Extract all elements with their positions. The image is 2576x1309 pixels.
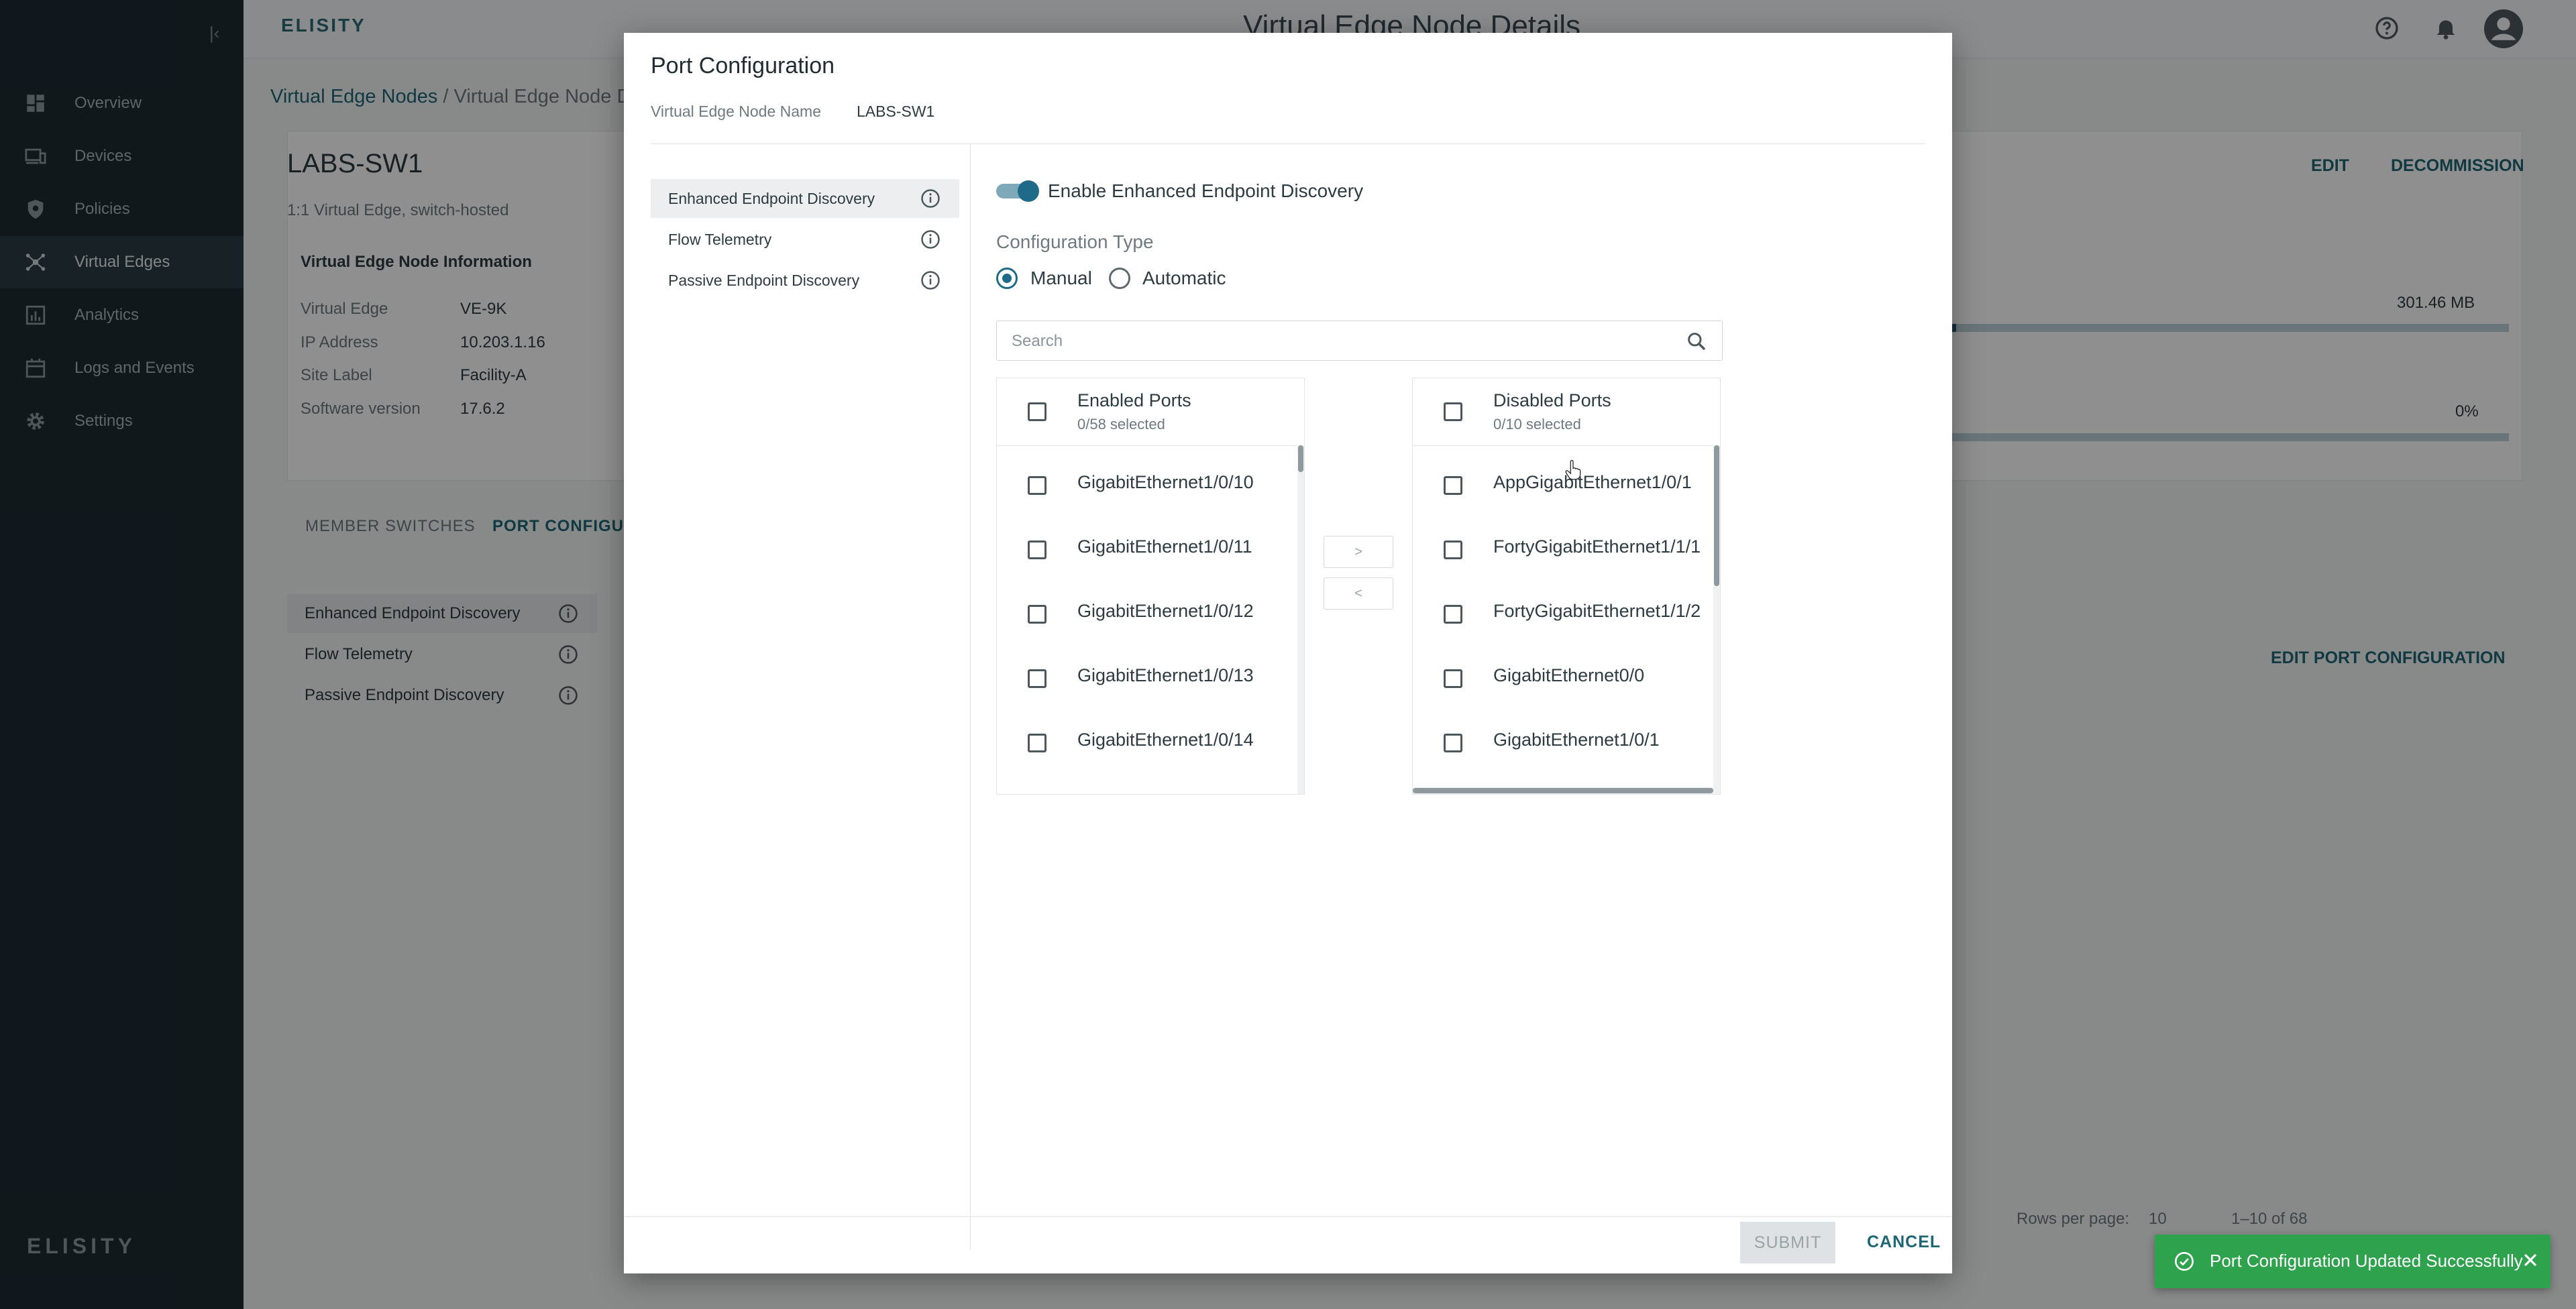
toggle-knob (1018, 180, 1039, 202)
radio-manual-label[interactable]: Manual (1030, 268, 1092, 289)
dialog-title: Port Configuration (651, 53, 835, 78)
search-input[interactable] (1010, 329, 1670, 353)
list-item[interactable]: GigabitEthernet0/0 (1413, 646, 1708, 711)
hand-cursor-icon (1565, 460, 1581, 480)
success-toast: Port Configuration Updated Successfully (2155, 1235, 2551, 1288)
port-name: GigabitEthernet1/0/11 (1077, 536, 1252, 557)
scrollbar-thumb[interactable] (1714, 445, 1719, 586)
port-name: FortyGigabitEthernet1/1/2 (1493, 601, 1701, 621)
cancel-button[interactable]: CANCEL (1867, 1233, 1941, 1252)
close-icon[interactable] (2520, 1249, 2541, 1271)
divider (970, 144, 971, 1249)
node-name-label: Virtual Edge Node Name (651, 103, 821, 120)
disabled-ports-title: Disabled Ports (1493, 390, 1611, 410)
search-icon[interactable] (1686, 331, 1707, 352)
port-name: FortyGigabitEthernet1/1/1 (1493, 536, 1701, 557)
check-circle-icon (2175, 1252, 2194, 1271)
port-name: GigabitEthernet0/0 (1493, 665, 1645, 685)
port-checkbox[interactable] (1028, 669, 1046, 688)
configuration-type-label: Configuration Type (996, 231, 1154, 252)
move-right-button[interactable]: > (1324, 536, 1393, 568)
move-left-button[interactable]: < (1324, 577, 1393, 610)
port-checkbox[interactable] (1444, 669, 1462, 688)
info-icon[interactable] (920, 229, 941, 249)
disabled-ports-list: Disabled Ports 0/10 selected AppGigabitE… (1412, 378, 1721, 795)
select-all-enabled-checkbox[interactable] (1028, 402, 1046, 421)
port-name: GigabitEthernet1/0/14 (1077, 730, 1254, 750)
toast-message: Port Configuration Updated Successfully (2210, 1251, 2523, 1271)
port-checkbox[interactable] (1028, 476, 1046, 495)
list-item[interactable]: GigabitEthernet1/0/11 (997, 518, 1292, 582)
port-checkbox[interactable] (1028, 540, 1046, 559)
enabled-ports-title: Enabled Ports (1077, 390, 1191, 410)
port-configuration-dialog: Port Configuration Virtual Edge Node Nam… (624, 33, 1952, 1273)
radio-automatic-label[interactable]: Automatic (1142, 268, 1226, 289)
horizontal-scrollbar[interactable] (1413, 787, 1720, 794)
scrollbar[interactable] (1713, 445, 1720, 794)
enabled-ports-header: Enabled Ports 0/58 selected (997, 378, 1304, 446)
port-name: GigabitEthernet1/0/10 (1077, 472, 1254, 492)
port-checkbox[interactable] (1444, 605, 1462, 624)
side-item-label: Passive Endpoint Discovery (668, 271, 860, 289)
enabled-ports-count: 0/58 selected (1077, 416, 1165, 433)
port-checkbox[interactable] (1028, 734, 1046, 752)
port-name: GigabitEthernet1/0/1 (1493, 730, 1660, 750)
list-item[interactable]: AppGigabitEthernet1/0/1 (1413, 453, 1708, 518)
list-item[interactable]: GigabitEthernet1/0/12 (997, 582, 1292, 646)
list-item[interactable]: GigabitEthernet1/0/1 (1413, 711, 1708, 775)
side-item-label: Flow Telemetry (668, 230, 772, 248)
info-icon[interactable] (920, 188, 941, 209)
scrollbar-thumb[interactable] (1298, 445, 1303, 472)
list-item[interactable]: FortyGigabitEthernet1/1/2 (1413, 582, 1708, 646)
info-icon[interactable] (920, 270, 941, 290)
port-checkbox[interactable] (1444, 540, 1462, 559)
scrollbar-thumb[interactable] (1413, 788, 1713, 793)
port-name: GigabitEthernet1/0/13 (1077, 665, 1254, 685)
submit-button[interactable]: SUBMIT (1740, 1222, 1835, 1263)
side-item-label: Enhanced Endpoint Discovery (668, 189, 875, 207)
port-checkbox[interactable] (1444, 734, 1462, 752)
enabled-ports-list: Enabled Ports 0/58 selected GigabitEther… (996, 378, 1305, 795)
port-checkbox[interactable] (1028, 605, 1046, 624)
port-name: GigabitEthernet1/0/12 (1077, 601, 1254, 621)
enhanced-discovery-toggle[interactable] (996, 179, 1039, 202)
port-name: AppGigabitEthernet1/0/1 (1493, 472, 1692, 492)
list-item[interactable]: FortyGigabitEthernet1/1/1 (1413, 518, 1708, 582)
side-item-enhanced-endpoint-discovery[interactable]: Enhanced Endpoint Discovery (651, 179, 959, 218)
select-all-disabled-checkbox[interactable] (1444, 402, 1462, 421)
list-item[interactable]: GigabitEthernet1/0/14 (997, 711, 1292, 775)
side-item-flow-telemetry[interactable]: Flow Telemetry (651, 220, 959, 259)
node-name-value: LABS-SW1 (857, 103, 935, 120)
port-checkbox[interactable] (1444, 476, 1462, 495)
radio-manual[interactable] (996, 268, 1018, 289)
disabled-ports-count: 0/10 selected (1493, 416, 1581, 433)
radio-automatic[interactable] (1109, 268, 1130, 289)
divider (624, 1216, 1952, 1217)
port-search (996, 321, 1723, 361)
scrollbar[interactable] (1297, 445, 1304, 794)
list-item[interactable]: GigabitEthernet1/0/13 (997, 646, 1292, 711)
disabled-ports-header: Disabled Ports 0/10 selected (1413, 378, 1720, 446)
toggle-label: Enable Enhanced Endpoint Discovery (1048, 180, 1364, 201)
list-item[interactable]: GigabitEthernet1/0/10 (997, 453, 1292, 518)
side-item-passive-endpoint-discovery[interactable]: Passive Endpoint Discovery (651, 261, 959, 300)
